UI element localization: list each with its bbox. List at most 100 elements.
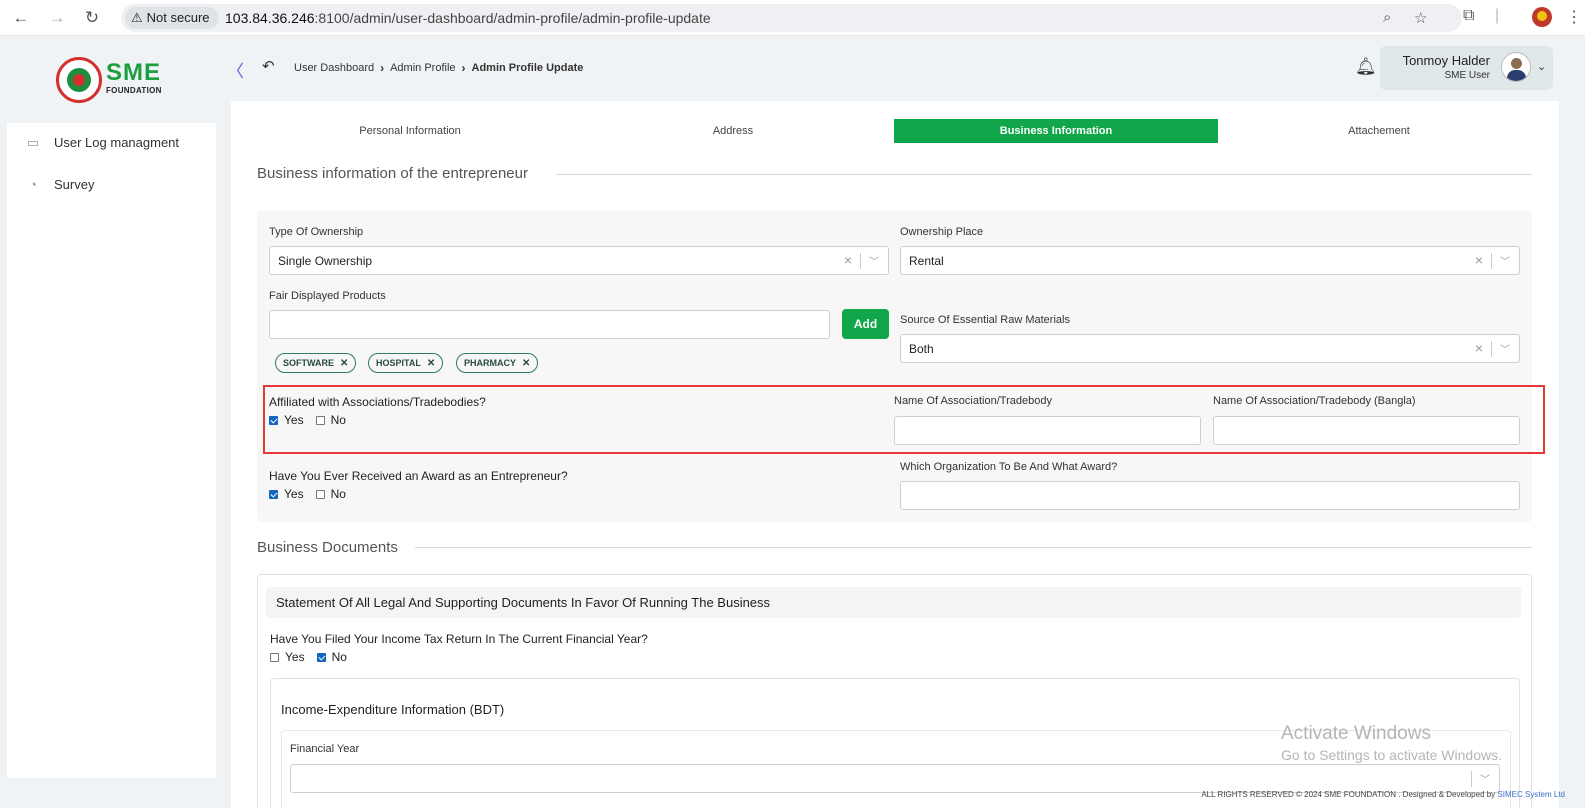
chevron-down-icon[interactable]: ﹀ — [869, 253, 879, 268]
chevron-down-icon[interactable]: ﹀ — [1480, 771, 1490, 786]
award-no-checkbox[interactable] — [315, 489, 325, 499]
award-org-input[interactable] — [900, 481, 1520, 510]
activate-windows-title: Activate Windows — [1281, 723, 1431, 744]
sme-logo-text: SME — [106, 59, 162, 86]
chevron-right-icon: › — [380, 61, 385, 75]
footer-developer-link[interactable]: SIMEC System Ltd — [1497, 790, 1565, 799]
activate-windows-subtitle: Go to Settings to activate Windows. — [1281, 747, 1502, 763]
toolbar-divider: | — [1495, 7, 1500, 24]
sidebar-menu: ▭ User Log managment ◔ Survey — [7, 123, 216, 778]
remove-tag-icon[interactable]: ✕ — [340, 358, 348, 369]
business-info-form: Type Of Ownership Single Ownership × ﹀ O… — [257, 210, 1532, 522]
address-bar[interactable]: ⚠ Not secure 103.84.36.246:8100/admin/use… — [121, 4, 1462, 32]
statement-title-bar: Statement Of All Legal And Supporting Do… — [266, 587, 1521, 618]
url-text[interactable]: 103.84.36.246:8100/admin/user-dashboard/… — [225, 10, 711, 26]
tab-address[interactable]: Address — [571, 119, 895, 143]
sme-logo-subtext: FOUNDATION — [106, 86, 162, 95]
financial-year-select[interactable]: ﹀ — [290, 764, 1500, 793]
tab-personal-information[interactable]: Personal Information — [248, 119, 572, 143]
extensions-icon[interactable]: ⧉ — [1463, 7, 1474, 25]
add-product-button[interactable]: Add — [842, 309, 889, 339]
select-divider — [1471, 771, 1472, 787]
browser-toolbar: ← → ↻ ⚠ Not secure 103.84.36.246:8100/adm… — [0, 0, 1585, 36]
product-tag: PHARMACY ✕ — [456, 353, 539, 373]
security-chip[interactable]: ⚠ Not secure — [125, 7, 219, 29]
user-role: SME User — [1444, 70, 1490, 81]
user-menu[interactable]: Tonmoy Halder SME User ⌄ — [1380, 46, 1553, 90]
award-question: Have You Ever Received an Award as an En… — [269, 469, 568, 483]
financial-year-label: Financial Year — [290, 743, 360, 755]
footer-text: ALL RIGHTS RESERVED © 2024 SME FOUNDATIO… — [1201, 790, 1496, 799]
clear-icon[interactable]: × — [1475, 340, 1483, 356]
checkbox-label: Yes — [285, 650, 305, 664]
browser-menu-icon[interactable]: ⋮ — [1566, 7, 1582, 27]
checkbox-label: No — [331, 650, 347, 664]
chevron-down-icon[interactable]: ⌄ — [1537, 60, 1546, 73]
checkbox-label: No — [330, 487, 346, 501]
remove-tag-icon[interactable]: ✕ — [522, 358, 530, 369]
chevron-down-icon[interactable]: ﹀ — [1500, 253, 1510, 268]
select-value: Both — [909, 342, 934, 356]
fair-products-input[interactable] — [269, 310, 830, 339]
browser-profile-avatar[interactable] — [1532, 7, 1552, 27]
business-documents-panel: Statement Of All Legal And Supporting Do… — [257, 574, 1532, 808]
award-options: Yes No — [269, 487, 358, 501]
raw-materials-label: Source Of Essential Raw Materials — [900, 314, 1070, 326]
ownership-place-label: Ownership Place — [900, 226, 984, 238]
section-divider — [556, 174, 1532, 175]
sidebar-item-user-log[interactable]: ▭ User Log managment — [24, 132, 179, 152]
product-tag: HOSPITAL ✕ — [368, 353, 444, 373]
avatar — [1501, 52, 1531, 82]
tax-options: Yes No — [270, 650, 359, 664]
reload-icon[interactable]: ↻ — [80, 6, 104, 30]
highlight-annotation-box — [263, 385, 1545, 454]
sidebar-item-survey[interactable]: ◔ Survey — [24, 174, 94, 194]
select-divider — [1491, 341, 1492, 357]
logo-area[interactable]: SME FOUNDATION — [0, 42, 222, 115]
select-divider — [860, 253, 861, 269]
product-tag: SOFTWARE ✕ — [275, 353, 357, 373]
tax-yes-checkbox[interactable] — [270, 652, 279, 662]
section-divider — [415, 547, 1532, 548]
tab-attachement[interactable]: Attachement — [1217, 119, 1541, 143]
back-navigation-icon[interactable]: ↶ — [262, 57, 275, 75]
back-icon[interactable]: ← — [9, 6, 33, 30]
type-of-ownership-label: Type Of Ownership — [269, 226, 364, 238]
zoom-icon[interactable]: ⌕ — [1383, 9, 1391, 26]
clear-icon[interactable]: × — [844, 252, 852, 268]
business-info-heading: Business information of the entrepreneur — [257, 165, 540, 182]
notification-bell-icon[interactable]: 🔔︎ — [1355, 57, 1377, 77]
select-divider — [1491, 253, 1492, 269]
remove-tag-icon[interactable]: ✕ — [427, 358, 435, 369]
fair-products-label: Fair Displayed Products — [269, 290, 386, 302]
sidebar-item-label: User Log managment — [54, 134, 180, 150]
bookmark-star-icon[interactable]: ☆ — [1414, 9, 1427, 27]
warning-icon: ⚠ — [131, 10, 143, 25]
award-org-label: Which Organization To Be And What Award? — [900, 461, 1118, 473]
breadcrumb-current: Admin Profile Update — [471, 62, 584, 74]
tab-business-information[interactable]: Business Information — [894, 119, 1218, 143]
statement-title: Statement Of All Legal And Supporting Do… — [276, 595, 771, 610]
type-of-ownership-select[interactable]: Single Ownership × ﹀ — [269, 246, 889, 275]
pie-chart-icon: ◔ — [29, 177, 37, 192]
business-documents-heading: Business Documents — [257, 539, 410, 556]
clear-icon[interactable]: × — [1475, 252, 1483, 268]
government-emblem-icon — [56, 57, 102, 103]
footer: ALL RIGHTS RESERVED © 2024 SME FOUNDATIO… — [1201, 790, 1565, 799]
breadcrumb-item[interactable]: User Dashboard — [294, 62, 374, 74]
sme-logo: SME FOUNDATION — [106, 60, 168, 102]
income-expenditure-title: Income-Expenditure Information (BDT) — [281, 702, 505, 717]
sidebar: SME FOUNDATION ▭ User Log managment ◔ Su… — [0, 42, 222, 808]
forward-icon[interactable]: → — [45, 6, 69, 30]
user-name: Tonmoy Halder — [1402, 53, 1490, 68]
ownership-place-select[interactable]: Rental × ﹀ — [900, 246, 1520, 275]
checkbox-label: Yes — [284, 487, 304, 501]
main-content: Personal Information Address Business In… — [231, 101, 1559, 808]
chevron-down-icon[interactable]: ﹀ — [1500, 341, 1510, 356]
award-yes-checkbox[interactable] — [269, 489, 278, 499]
raw-materials-select[interactable]: Both × ﹀ — [900, 334, 1520, 363]
tax-no-checkbox[interactable] — [316, 652, 326, 662]
breadcrumb-item[interactable]: Admin Profile — [390, 62, 455, 74]
select-value: Rental — [909, 254, 944, 268]
sidebar-collapse-icon[interactable]: 〈 — [227, 57, 244, 82]
